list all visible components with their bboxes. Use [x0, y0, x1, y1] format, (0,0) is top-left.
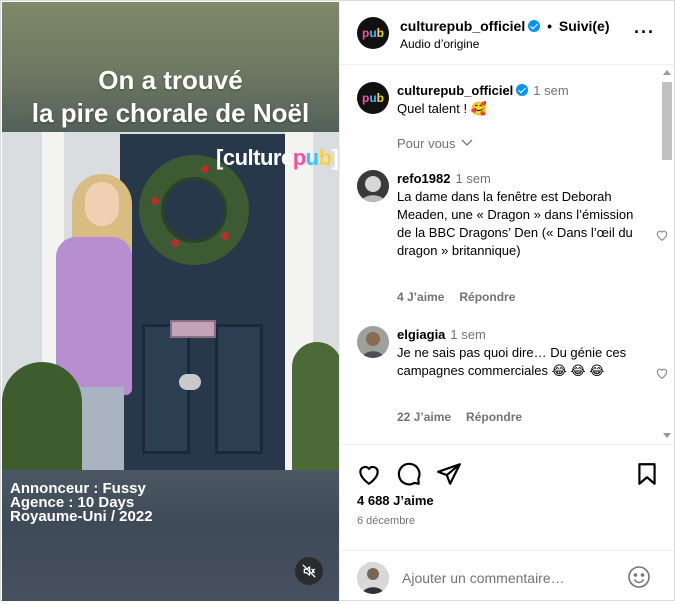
watermark-culture: culture — [222, 145, 293, 170]
avatar-letter: u — [369, 26, 377, 40]
watermark-u: u — [305, 145, 319, 170]
post-side-panel: pub culturepub_officiel • Suivi(e) Audio… — [339, 2, 675, 601]
current-user-avatar-image — [357, 562, 389, 594]
comment-meta: 4 J’aime Répondre — [397, 290, 530, 304]
avatar-letter: p — [361, 91, 370, 105]
author-line: culturepub_officiel • Suivi(e) — [400, 18, 610, 34]
caption-text: Quel talent ! 🥰 — [397, 101, 487, 116]
caption-text-block: culturepub_officiel 1 sem Quel talent ! 🥰 — [397, 82, 635, 118]
comment-meta: 22 J’aime Répondre — [397, 410, 537, 424]
comment-text: La dame dans la fenêtre est Deborah Mead… — [397, 189, 634, 258]
follow-status-button[interactable]: Suivi(e) — [559, 18, 610, 34]
video-title-line1: On a trouvé — [98, 65, 243, 95]
verified-icon — [516, 84, 529, 96]
watermark-bracket-open: [ — [216, 145, 223, 170]
more-options-icon[interactable]: ··· — [634, 22, 655, 43]
verified-icon — [528, 20, 541, 32]
muted-speaker-icon — [302, 564, 316, 578]
video-title-line2: la pire chorale de Noël — [31, 98, 310, 128]
scroll-up-arrow-icon[interactable] — [663, 70, 671, 75]
scrollbar-thumb[interactable] — [662, 82, 672, 160]
author-avatar[interactable]: pub — [357, 17, 389, 49]
comment-item: refo1982 1 sem La dame dans la fenêtre es… — [357, 170, 668, 310]
comments-scrollbar[interactable] — [661, 68, 673, 442]
video-scene-plant-right — [292, 342, 339, 472]
caption-username[interactable]: culturepub_officiel — [397, 83, 513, 98]
comment-likes[interactable]: 4 J’aime — [397, 290, 444, 304]
comment-time[interactable]: 1 sem — [450, 327, 485, 342]
save-bookmark-icon[interactable] — [634, 461, 660, 487]
watermark-bracket-close: ] — [331, 145, 339, 170]
comments-section[interactable]: pub culturepub_officiel 1 sem Quel talent… — [340, 66, 675, 444]
mute-button[interactable] — [295, 557, 323, 585]
video-scene-letterbox — [170, 320, 216, 338]
comment-time[interactable]: 1 sem — [455, 171, 490, 186]
video-scene-plant-left — [2, 362, 82, 472]
video-scene-woman-face — [85, 182, 119, 226]
commenter-avatar[interactable] — [357, 326, 389, 358]
pour-vous-sort-button[interactable]: Pour vous — [397, 136, 473, 151]
video-scene-doorknob — [179, 374, 201, 390]
video-scene-wreath — [139, 155, 249, 265]
video-credits: Annonceur : Fussy Agence : 10 Days Royau… — [10, 481, 153, 525]
video-title-overlay: On a trouvé la pire chorale de Noël — [2, 64, 339, 130]
watermark-p: p — [292, 145, 306, 170]
comment-text: Je ne sais pas quoi dire… Du génie ces c… — [397, 345, 627, 378]
avatar-letter: u — [369, 91, 377, 105]
add-comment-row: Ajouter un commentaire… — [340, 550, 675, 602]
chevron-down-icon — [461, 139, 473, 146]
separator-dot: • — [547, 18, 553, 34]
reply-button[interactable]: Répondre — [466, 410, 522, 424]
pour-vous-label: Pour vous — [397, 136, 456, 151]
post-modal: On a trouvé la pire chorale de Noël [cul… — [0, 0, 675, 601]
reply-button[interactable]: Répondre — [459, 290, 515, 304]
commenter-avatar[interactable] — [357, 170, 389, 202]
author-username[interactable]: culturepub_officiel — [400, 18, 525, 34]
likes-count[interactable]: 4 688 J’aime — [357, 493, 434, 508]
avatar-letter: b — [376, 91, 385, 105]
share-paper-plane-icon[interactable] — [436, 461, 462, 487]
post-header: pub culturepub_officiel • Suivi(e) Audio… — [340, 2, 675, 65]
avatar-letter: b — [376, 26, 385, 40]
emoji-picker-icon[interactable] — [627, 565, 651, 589]
comment-username[interactable]: elgiagia — [397, 327, 445, 342]
comment-likes[interactable]: 22 J’aime — [397, 410, 451, 424]
door-panel — [215, 324, 263, 454]
watermark-b: b — [318, 145, 332, 170]
post-actions: 4 688 J’aime 6 décembre Ajouter un comme… — [340, 444, 675, 604]
comment-item: elgiagia 1 sem Je ne sais pas quoi dire… … — [357, 326, 668, 436]
comment-text-block: refo1982 1 sem La dame dans la fenêtre es… — [397, 170, 635, 260]
current-user-avatar — [357, 562, 389, 594]
comment-bubble-icon[interactable] — [396, 461, 422, 487]
caption-author-avatar[interactable]: pub — [357, 82, 389, 114]
comment-input[interactable]: Ajouter un commentaire… — [402, 570, 565, 586]
like-heart-icon[interactable] — [356, 461, 382, 487]
comment-text-block: elgiagia 1 sem Je ne sais pas quoi dire… … — [397, 326, 635, 380]
scroll-down-arrow-icon[interactable] — [663, 433, 671, 438]
commenter-avatar-image — [357, 170, 389, 202]
comment-username[interactable]: refo1982 — [397, 171, 450, 186]
audio-origin-link[interactable]: Audio d’origine — [400, 37, 479, 51]
post-date: 6 décembre — [357, 515, 416, 527]
caption-time[interactable]: 1 sem — [533, 83, 568, 98]
video-player[interactable]: On a trouvé la pire chorale de Noël [cul… — [2, 2, 339, 601]
avatar-letter: p — [361, 26, 370, 40]
commenter-avatar-image — [357, 326, 389, 358]
credit-country: Royaume-Uni / 2022 — [10, 508, 153, 525]
culturepub-watermark: [culturepub] — [216, 145, 339, 171]
